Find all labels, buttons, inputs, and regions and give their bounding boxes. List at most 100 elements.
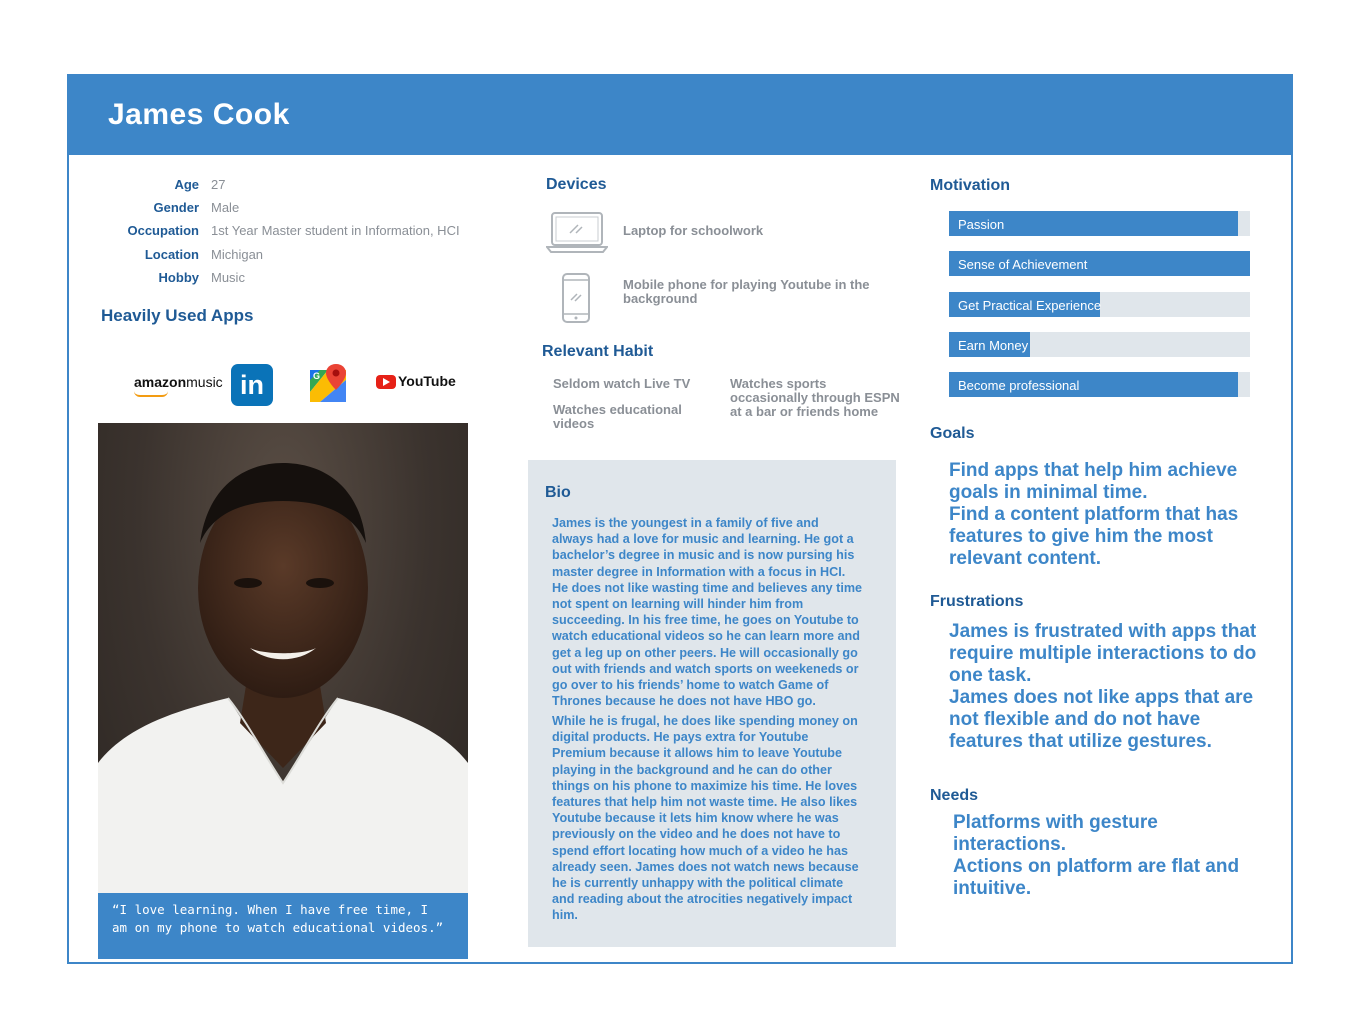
habit-line: videos: [553, 416, 595, 431]
bio-line: master degree in Information with a focu…: [552, 564, 846, 579]
frustrations-line: one task.: [949, 665, 1032, 686]
motivation-bar-passion: Passion: [949, 211, 1250, 236]
bio-line: go over to his friends’ home to watch Ga…: [552, 678, 829, 693]
bio-line: Premium because it allows him to leave Y…: [552, 746, 842, 761]
youtube-play-icon: [376, 375, 396, 390]
phone-text-line: Mobile phone for playing Youtube in the: [623, 277, 870, 292]
habit-item: Seldom watch Live TV: [553, 376, 691, 391]
bio-line: watch educational videos so he can learn…: [552, 629, 860, 644]
profile-label: Location: [144, 247, 199, 262]
bio-line: features that help him not waste time. H…: [552, 795, 858, 810]
youtube-text: YouTube: [398, 373, 456, 389]
frustrations-line: features that utilize gestures.: [949, 731, 1212, 752]
bio-title: Bio: [545, 484, 571, 501]
bio-line: succeeding. In his free time, he goes on…: [552, 613, 859, 628]
bio-line: Thrones because he does not have HBO go.: [552, 694, 816, 709]
bio-line: Youtube because it lets him know where h…: [552, 811, 839, 826]
amazon-music-logo: amazonmusic: [134, 374, 223, 397]
profile-label: Age: [174, 177, 199, 192]
profile-row-occupation: Occupation 1st Year Master student in In…: [69, 223, 549, 243]
bio-panel: Bio James is the youngest in a family of…: [528, 460, 896, 947]
goals-line: goals in minimal time.: [949, 482, 1148, 503]
profile-row-age: Age 27: [69, 177, 549, 197]
profile-value: 1st Year Master student in Information, …: [211, 223, 460, 238]
goals-title: Goals: [930, 425, 975, 442]
motivation-title: Motivation: [930, 177, 1010, 194]
header-banner: James Cook: [69, 76, 1291, 155]
frustrations-line: not flexible and do not have: [949, 709, 1201, 730]
profile-row-location: Location Michigan: [69, 247, 549, 267]
frustrations-line: James does not like apps that are: [949, 687, 1254, 708]
goals-text: Find apps that help him achieve goals in…: [949, 460, 1238, 570]
devices-title: Devices: [546, 176, 607, 193]
phone-text: Mobile phone for playing Youtube in the …: [623, 278, 870, 306]
laptop-text: Laptop for schoolwork: [623, 223, 764, 238]
bio-line: he is currently unhappy with the politic…: [552, 876, 844, 891]
goals-line: features to give him the most: [949, 526, 1213, 547]
youtube-logo: YouTube: [376, 373, 456, 390]
bio-line: He does not like wasting time and believ…: [552, 580, 863, 595]
motivation-bar-label: Sense of Achievement: [958, 257, 1088, 272]
phone-text-line: background: [623, 291, 698, 306]
needs-title: Needs: [930, 787, 979, 804]
bio-line: James is the youngest in a family of fiv…: [552, 516, 819, 530]
goals-line: Find apps that help him achieve: [949, 460, 1238, 481]
bio-paragraph-1: James is the youngest in a family of fiv…: [552, 515, 874, 709]
motivation-bar-experience: Get Practical Experience: [949, 292, 1250, 317]
bio-paragraph-2: While he is frugal, he does like spendin…: [552, 713, 874, 924]
bio-line: playing in the background and he can do …: [552, 762, 832, 777]
amazon-smile-icon: [134, 391, 168, 397]
goals-line: Find a content platform that has: [949, 504, 1239, 525]
laptop-icon: [544, 210, 610, 259]
bio-line: get a leg up on other peers. He will occ…: [552, 645, 858, 660]
apps-strip: amazonmusic in G YouTube: [98, 353, 468, 423]
amazon-music-text: music: [186, 374, 223, 390]
needs-line: interactions.: [953, 834, 1066, 855]
frustrations-line: require multiple interactions to do: [949, 643, 1257, 664]
motivation-bar-label: Get Practical Experience: [958, 298, 1102, 313]
bio-line: spend effort locating how much of a vide…: [552, 843, 848, 858]
bio-line: digital products. He pays extra for Yout…: [552, 730, 809, 745]
profile-row-gender: Gender Male: [69, 200, 549, 220]
motivation-bar-achievement: Sense of Achievement: [949, 251, 1250, 276]
mobile-phone-icon: [561, 272, 591, 329]
habit-line: Watches educational: [553, 402, 682, 417]
habit-line: occasionally through ESPN: [730, 390, 900, 405]
svg-text:G: G: [313, 371, 320, 381]
bio-line: always had a love for music and learning…: [552, 532, 854, 547]
profile-label: Hobby: [158, 270, 199, 285]
frustrations-text: James is frustrated with apps that requi…: [949, 621, 1256, 753]
bio-line: previously on the video and he does not …: [552, 827, 841, 842]
bio-line: things on his phone to maximize his time…: [552, 778, 858, 793]
bio-line: bachelor’s degree in music and is now pu…: [552, 548, 855, 563]
needs-line: intuitive.: [953, 878, 1032, 899]
persona-quote: “I love learning. When I have free time,…: [98, 893, 468, 959]
frustrations-title: Frustrations: [930, 593, 1024, 610]
motivation-bar-money: Earn Money: [949, 332, 1250, 357]
amazon-brand-text: amazon: [134, 374, 187, 390]
needs-line: Actions on platform are flat and: [953, 856, 1240, 877]
motivation-bar-label: Become professional: [958, 378, 1080, 393]
profile-label: Gender: [153, 200, 199, 215]
bio-line: and reading about the atrocities negativ…: [552, 892, 853, 907]
bio-line: already seen. James does not watch news …: [552, 859, 859, 874]
quote-line: am on my phone to watch educational vide…: [112, 920, 444, 935]
profile-value: Male: [211, 200, 240, 215]
profile-value: 27: [211, 177, 226, 192]
profile-value: Michigan: [211, 247, 264, 262]
bio-line: him.: [552, 908, 578, 923]
motivation-bar-professional: Become professional: [949, 372, 1250, 397]
persona-name: James Cook: [108, 98, 290, 131]
quote-line: “I love learning. When I have free time,…: [112, 902, 429, 917]
profile-label: Occupation: [127, 223, 199, 238]
habit-line: Watches sports: [730, 376, 827, 391]
habit-item: Watches educational videos: [553, 403, 682, 431]
habit-title: Relevant Habit: [542, 343, 654, 360]
habit-line: at a bar or friends home: [730, 404, 879, 419]
motivation-bar-label: Passion: [958, 217, 1005, 232]
apps-title: Heavily Used Apps: [101, 306, 254, 325]
persona-photo: [98, 423, 468, 893]
needs-line: Platforms with gesture: [953, 812, 1158, 833]
bio-line: out with friends and watch sports on wee…: [552, 661, 859, 676]
bio-line: While he is frugal, he does like spendin…: [552, 714, 858, 728]
